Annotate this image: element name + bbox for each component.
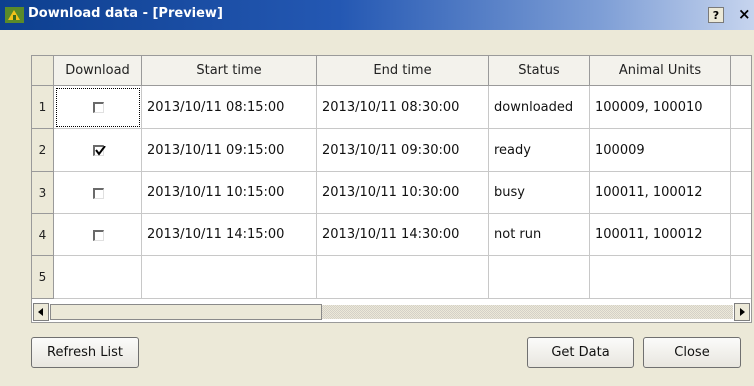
download-checkbox[interactable]	[93, 145, 106, 156]
end-time-text: 2013/10/11 10:30:00	[322, 185, 460, 200]
end-time-cell[interactable]: 2013/10/11 08:30:00	[317, 86, 489, 129]
status-cell[interactable]: downloaded	[489, 86, 590, 129]
window-title: Download data - [Preview]	[28, 6, 223, 21]
row-number[interactable]: 3	[32, 172, 54, 214]
column-header-status[interactable]: Status	[489, 56, 590, 86]
row-number[interactable]: 1	[32, 86, 54, 129]
arrow-right-icon	[740, 308, 745, 316]
filler-cell[interactable]	[731, 86, 751, 129]
status-text: downloaded	[494, 100, 574, 115]
status-text: ready	[494, 143, 531, 158]
scroll-thumb[interactable]	[50, 304, 322, 320]
animal-units-text: 100011, 100012	[595, 185, 703, 200]
start-time-text: 2013/10/11 10:15:00	[147, 185, 285, 200]
end-time-cell[interactable]	[317, 256, 489, 299]
animal-units-text: 100009	[595, 143, 645, 158]
download-cell[interactable]	[54, 129, 142, 172]
download-checkbox[interactable]	[93, 230, 104, 241]
help-icon: ?	[712, 9, 720, 22]
status-text: busy	[494, 185, 525, 200]
end-time-text: 2013/10/11 09:30:00	[322, 143, 460, 158]
app-logo-icon	[5, 7, 24, 23]
start-time-text: 2013/10/11 08:15:00	[147, 100, 285, 115]
arrow-left-icon	[38, 308, 43, 316]
help-button[interactable]: ?	[708, 7, 724, 23]
row-number[interactable]: 5	[32, 256, 54, 299]
filler-cell[interactable]	[731, 172, 751, 214]
row-number[interactable]: 4	[32, 214, 54, 256]
download-data-dialog: Download data - [Preview] ? × Download S…	[0, 0, 754, 386]
data-grid: Download Start time End time Status Anim…	[31, 55, 752, 323]
end-time-text: 2013/10/11 08:30:00	[322, 100, 460, 115]
filler-cell[interactable]	[731, 214, 751, 256]
start-time-cell[interactable]: 2013/10/11 08:15:00	[142, 86, 317, 129]
column-header-end-time[interactable]: End time	[317, 56, 489, 86]
column-header-download[interactable]: Download	[54, 56, 142, 86]
start-time-text: 2013/10/11 14:15:00	[147, 227, 285, 242]
animal-units-cell[interactable]: 100011, 100012	[590, 172, 731, 214]
download-checkbox[interactable]	[93, 188, 104, 199]
status-cell[interactable]: ready	[489, 129, 590, 172]
scroll-left-button[interactable]	[33, 303, 49, 321]
animal-units-cell[interactable]	[590, 256, 731, 299]
refresh-list-button[interactable]: Refresh List	[31, 337, 139, 368]
animal-units-text: 100009, 100010	[595, 100, 703, 115]
filler-cell[interactable]	[731, 129, 751, 172]
download-cell[interactable]	[54, 172, 142, 214]
download-checkbox[interactable]	[93, 102, 104, 113]
end-time-cell[interactable]: 2013/10/11 10:30:00	[317, 172, 489, 214]
download-cell[interactable]	[54, 214, 142, 256]
start-time-cell[interactable]	[142, 256, 317, 299]
animal-units-cell[interactable]: 100009, 100010	[590, 86, 731, 129]
status-cell[interactable]: busy	[489, 172, 590, 214]
status-cell[interactable]	[489, 256, 590, 299]
horizontal-scrollbar[interactable]	[33, 303, 750, 321]
close-icon[interactable]: ×	[738, 5, 751, 23]
filler-cell[interactable]	[731, 256, 751, 299]
column-header-animal-units[interactable]: Animal Units	[590, 56, 731, 86]
checkmark-icon	[95, 146, 106, 156]
status-cell[interactable]: not run	[489, 214, 590, 256]
start-time-cell[interactable]: 2013/10/11 14:15:00	[142, 214, 317, 256]
start-time-cell[interactable]: 2013/10/11 10:15:00	[142, 172, 317, 214]
end-time-text: 2013/10/11 14:30:00	[322, 227, 460, 242]
scroll-right-button[interactable]	[734, 303, 750, 321]
column-header-filler	[731, 56, 751, 86]
get-data-button[interactable]: Get Data	[527, 337, 634, 368]
download-cell[interactable]	[54, 86, 142, 129]
close-button[interactable]: Close	[643, 337, 741, 368]
column-header-start-time[interactable]: Start time	[142, 56, 317, 86]
title-bar: Download data - [Preview] ? ×	[0, 0, 754, 30]
start-time-text: 2013/10/11 09:15:00	[147, 143, 285, 158]
animal-units-cell[interactable]: 100009	[590, 129, 731, 172]
end-time-cell[interactable]: 2013/10/11 09:30:00	[317, 129, 489, 172]
end-time-cell[interactable]: 2013/10/11 14:30:00	[317, 214, 489, 256]
row-number[interactable]: 2	[32, 129, 54, 172]
status-text: not run	[494, 227, 542, 242]
animal-units-text: 100011, 100012	[595, 227, 703, 242]
grid-corner	[32, 56, 54, 86]
animal-units-cell[interactable]: 100011, 100012	[590, 214, 731, 256]
download-cell[interactable]	[54, 256, 142, 299]
start-time-cell[interactable]: 2013/10/11 09:15:00	[142, 129, 317, 172]
